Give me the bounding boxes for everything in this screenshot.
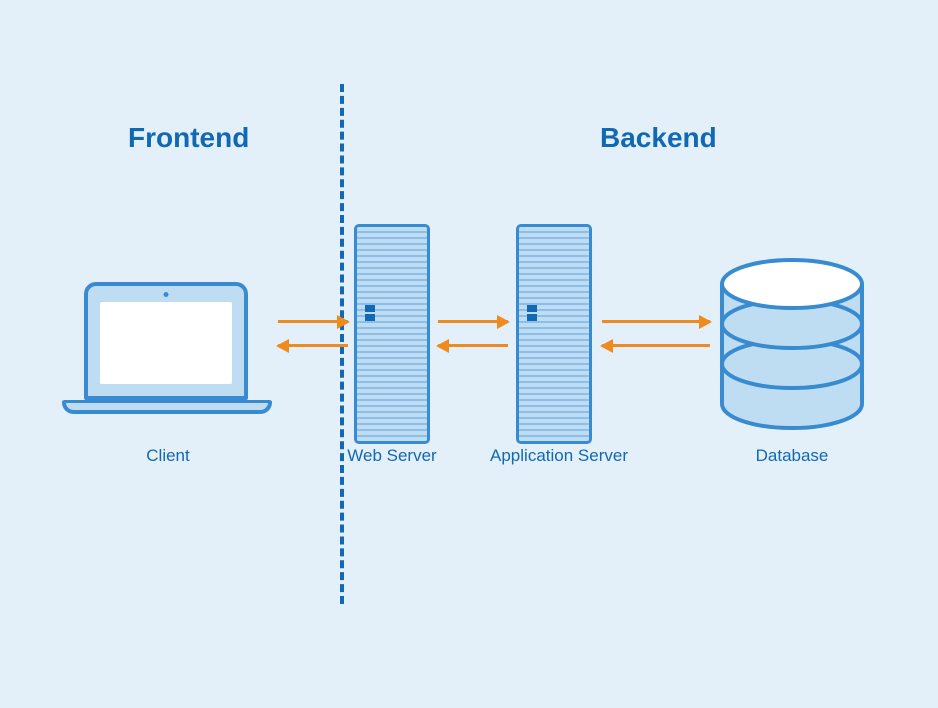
web-server-icon (354, 224, 430, 444)
architecture-diagram: Frontend Backend Client Web Server Appli… (0, 0, 938, 708)
database-icon (718, 256, 866, 432)
arrow-webserver-to-client (278, 344, 348, 347)
client-laptop-icon (62, 282, 272, 434)
application-server-icon (516, 224, 592, 444)
web-server-label: Web Server (312, 446, 472, 466)
arrow-database-to-appserver (602, 344, 710, 347)
backend-section-title: Backend (600, 122, 717, 154)
arrow-webserver-to-appserver (438, 320, 508, 323)
client-label: Client (88, 446, 248, 466)
arrow-appserver-to-webserver (438, 344, 508, 347)
arrow-client-to-webserver (278, 320, 348, 323)
arrow-appserver-to-database (602, 320, 710, 323)
database-label: Database (712, 446, 872, 466)
application-server-label: Application Server (474, 446, 644, 466)
frontend-section-title: Frontend (128, 122, 249, 154)
